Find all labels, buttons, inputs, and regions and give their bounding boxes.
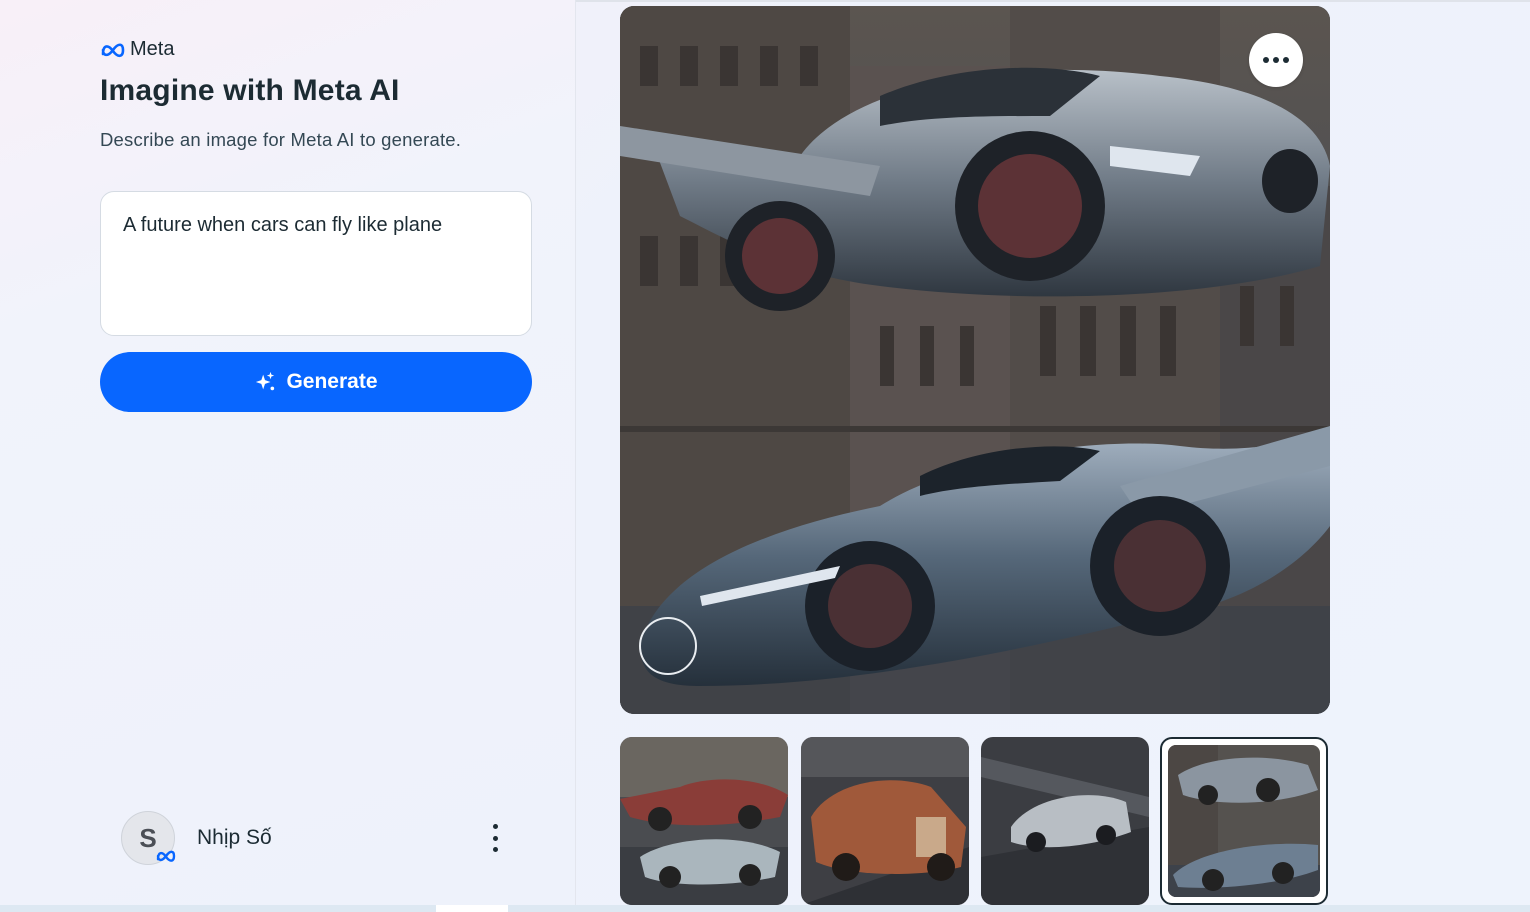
more-vertical-icon[interactable] <box>485 824 505 852</box>
brand-name: Meta <box>130 38 175 60</box>
meta-brand[interactable]: Meta <box>100 38 174 61</box>
page-title: Imagine with Meta AI <box>100 74 400 107</box>
page-subtitle: Describe an image for Meta AI to generat… <box>100 129 462 150</box>
meta-logo-icon <box>101 42 125 57</box>
generate-button-label: Generate <box>286 370 378 393</box>
thumbnail-4-selected[interactable] <box>1160 737 1328 905</box>
user-name: Nhịp Số <box>197 826 272 849</box>
user-profile-row[interactable]: S Nhịp Số <box>121 810 511 866</box>
more-horizontal-icon[interactable] <box>1249 33 1303 87</box>
meta-badge-icon <box>156 850 176 862</box>
main-generated-image[interactable] <box>620 6 1330 714</box>
thumbnail-2[interactable] <box>801 737 969 905</box>
generate-button[interactable]: Generate <box>100 352 532 412</box>
bottom-scroll-strip <box>0 905 1530 912</box>
prompt-input[interactable] <box>100 191 532 336</box>
thumbnail-3[interactable] <box>981 737 1149 905</box>
sparkle-icon <box>256 371 275 391</box>
left-panel: Meta Imagine with Meta AI Describe an im… <box>0 0 576 912</box>
thumbnail-1[interactable] <box>620 737 788 905</box>
avatar[interactable]: S <box>121 811 176 865</box>
